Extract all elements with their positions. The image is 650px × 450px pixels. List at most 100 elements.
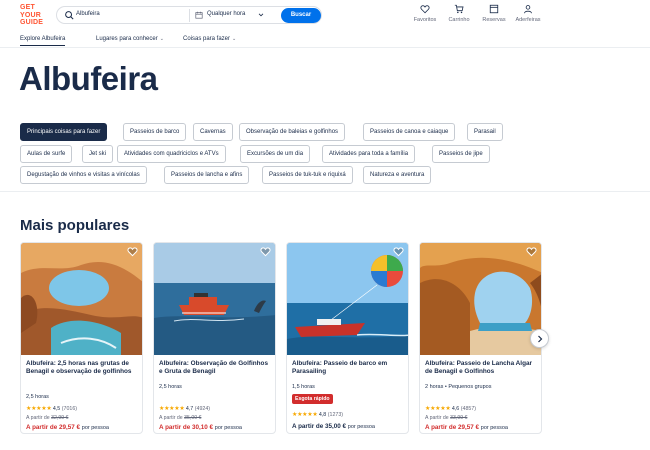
rating-value: 4,8: [318, 412, 327, 418]
activity-photo: [21, 243, 142, 355]
activity-title[interactable]: Albufeira: Observação de Golfinhos e Gru…: [159, 360, 273, 377]
logo-line-2: YOUR: [20, 11, 42, 19]
cart-icon: [454, 4, 464, 14]
logo-line-1: GET: [20, 4, 35, 11]
activity-rating: ★★★★★ 4,8 (1273): [292, 411, 343, 418]
chevron-down-icon[interactable]: [257, 11, 265, 19]
heart-icon[interactable]: [260, 246, 271, 257]
chevron-down-icon: ⌄: [159, 36, 164, 42]
chip-parasail[interactable]: Parasail: [467, 123, 503, 141]
activity-title[interactable]: Albufeira: Passeio de barco em Parasaili…: [292, 360, 406, 377]
activity-duration: 1,5 horas: [292, 384, 315, 390]
price-value: A partir de 29,57 €: [425, 424, 480, 431]
tab-places-label: Lugares para conhecer: [96, 36, 158, 42]
chip-atv[interactable]: Atividades com quadriciclos e ATVs: [117, 145, 226, 163]
nav-label: Carrinho: [448, 17, 470, 23]
heart-icon: [420, 5, 430, 14]
rating-value: 4,6: [451, 406, 460, 412]
review-count: (4924): [194, 406, 211, 412]
chevron-down-icon: ⌄: [232, 36, 237, 42]
original-price: A partir de 32,99 €: [26, 415, 68, 421]
original-price-value: 33,99 €: [450, 415, 468, 421]
price-unit: por pessoa: [347, 424, 375, 430]
search-bar: Albufeira Qualquer hora Buscar: [56, 6, 322, 24]
price-unit: por pessoa: [214, 425, 242, 431]
chip-nature[interactable]: Natureza e aventura: [363, 166, 432, 184]
chip-canoe-kayak[interactable]: Passeios de canoa e caiaque: [363, 123, 456, 141]
user-icon: [524, 5, 532, 14]
original-price: A partir de 35,00 €: [159, 415, 201, 421]
section-title: Mais populares: [20, 217, 130, 234]
review-count: (4857): [460, 406, 477, 412]
activity-title[interactable]: Albufeira: 2,5 horas nas grutas de Benag…: [26, 360, 140, 377]
chip-whale-dolphin[interactable]: Observação de baleias e golfinhos: [239, 123, 346, 141]
original-price-label: A partir de: [26, 415, 50, 421]
chip-family[interactable]: Atividades para toda a família: [322, 145, 416, 163]
review-count: (1273): [327, 412, 344, 418]
chip-jeep[interactable]: Passeios de jipe: [432, 145, 490, 163]
price-value: A partir de 35,00 €: [292, 423, 347, 430]
chip-tuk-tuk[interactable]: Passeios de tuk-tuk e riquixá: [262, 166, 353, 184]
getyourguide-logo[interactable]: GET YOUR GUIDE: [20, 4, 48, 27]
date-picker[interactable]: Qualquer hora: [207, 11, 245, 17]
search-divider: [189, 9, 190, 22]
activity-duration: 2,5 horas: [26, 394, 49, 400]
chip-jet-ski[interactable]: Jet ski: [82, 145, 114, 163]
nav-perfil[interactable]: Aderfeiras: [508, 4, 548, 23]
tab-explore[interactable]: Explore Albufeira: [20, 36, 66, 46]
search-icon: [65, 11, 74, 20]
rating-value: 4,7: [185, 406, 194, 412]
chip-caves[interactable]: Cavernas: [193, 123, 233, 141]
search-input[interactable]: Albufeira: [76, 11, 100, 17]
chip-speedboat[interactable]: Passeios de lancha e afins: [164, 166, 250, 184]
activity-card[interactable]: Albufeira: 2,5 horas nas grutas de Benag…: [20, 242, 143, 434]
tab-places[interactable]: Lugares para conhecer ⌄: [96, 36, 164, 42]
divider: [0, 191, 650, 192]
chip-surf[interactable]: Aulas de surfe: [20, 145, 73, 163]
tab-things-label: Coisas para fazer: [183, 36, 231, 42]
price-value: A partir de 30,10 €: [159, 424, 214, 431]
logo-line-3: GUIDE: [20, 19, 44, 26]
star-rating-icon: ★★★★★: [425, 406, 451, 412]
nav-label: Aderfeiras: [515, 17, 541, 23]
chip-boat-tours[interactable]: Passeios de barco: [123, 123, 187, 141]
heart-icon[interactable]: [393, 246, 404, 257]
activity-duration: 2,5 horas: [159, 384, 182, 390]
price-unit: por pessoa: [81, 425, 109, 431]
review-count: (7016): [61, 406, 78, 412]
original-price-label: A partir de: [425, 415, 449, 421]
heart-icon[interactable]: [526, 246, 537, 257]
original-price-value: 32,99 €: [51, 415, 69, 421]
price-value: A partir de 29,57 €: [26, 424, 81, 431]
star-rating-icon: ★★★★★: [26, 406, 52, 412]
activity-card[interactable]: Albufeira: Passeio de barco em Parasaili…: [286, 242, 409, 434]
chip-day-trips[interactable]: Excursões de um dia: [240, 145, 311, 163]
chip-top-things[interactable]: Principais coisas para fazer: [20, 123, 108, 141]
carousel-next-button[interactable]: [530, 329, 549, 348]
activity-photo: [287, 243, 408, 355]
activity-price: A partir de 30,10 € por pessoa: [159, 424, 242, 431]
star-rating-icon: ★★★★★: [159, 406, 185, 412]
activity-title[interactable]: Albufeira: Passeio de Lancha Algar de Be…: [425, 360, 539, 377]
nav-carrinho[interactable]: Carrinho: [439, 4, 479, 23]
page-title: Albufeira: [19, 60, 158, 97]
activity-price: A partir de 29,57 € por pessoa: [425, 424, 508, 431]
chevron-right-icon: [538, 335, 543, 343]
activity-photo: [420, 243, 541, 355]
tab-things[interactable]: Coisas para fazer ⌄: [183, 36, 236, 42]
price-unit: por pessoa: [480, 425, 508, 431]
activity-card[interactable]: Albufeira: Passeio de Lancha Algar de Be…: [419, 242, 542, 434]
header: GET YOUR GUIDE Albufeira Qualquer hora B…: [0, 0, 650, 32]
status-badge: Esgota rápido: [292, 394, 333, 404]
calendar-icon: [195, 11, 203, 19]
original-price-value: 35,00 €: [184, 415, 202, 421]
rating-value: 4,5: [52, 406, 61, 412]
heart-icon[interactable]: [127, 246, 138, 257]
activity-card[interactable]: Albufeira: Observação de Golfinhos e Gru…: [153, 242, 276, 434]
search-button[interactable]: Buscar: [281, 8, 321, 23]
chip-wine[interactable]: Degustação de vinhos e visitas a vinícol…: [20, 166, 147, 184]
activity-price: A partir de 35,00 € por pessoa: [292, 423, 375, 430]
activity-duration: 2 horas • Pequenos grupos: [425, 384, 492, 390]
activity-rating: ★★★★★ 4,5 (7016): [26, 405, 77, 412]
sub-navigation: Explore Albufeira Lugares para conhecer ⌄…: [0, 34, 650, 48]
